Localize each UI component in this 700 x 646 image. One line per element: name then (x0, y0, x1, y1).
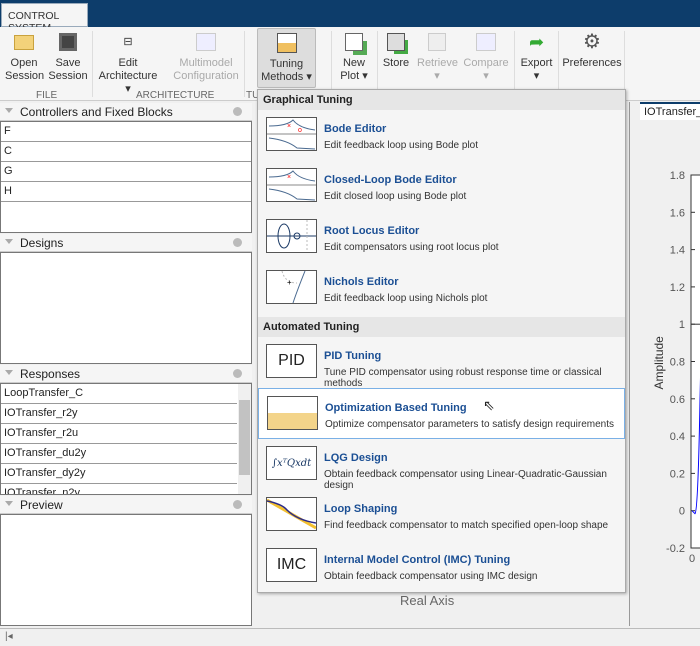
multimodel-configuration-button[interactable]: Multimodel Configuration (170, 31, 242, 83)
y-tick-label: -0.2 (666, 543, 685, 555)
loop-shaping-icon (266, 497, 317, 531)
step-plot: 1.8 1.6 1.4 1.2 1 0.8 0.6 0.4 0.2 0 -0.2 0 Amplitude (652, 170, 700, 565)
new-plot-button[interactable]: New Plot ▾ (336, 31, 372, 83)
retrieve-icon (425, 31, 449, 53)
export-button[interactable]: ➦ Export ▾ (518, 31, 555, 83)
title-bar (0, 0, 700, 27)
panel-menu-icon[interactable] (233, 107, 242, 116)
menu-item-root-locus-editor[interactable]: Root Locus Editor Edit compensators using… (258, 212, 625, 263)
svg-text:+: + (287, 278, 292, 287)
preview-panel-header[interactable]: Preview (0, 496, 252, 514)
panel-menu-icon[interactable] (233, 238, 242, 247)
menu-item-pid-tuning[interactable]: PID PID Tuning Tune PID compensator using … (258, 337, 625, 389)
section-file: FILE (36, 90, 58, 101)
svg-text:×: × (287, 123, 291, 130)
list-item[interactable]: IOTransfer_dy2y (1, 464, 237, 484)
preview-area (0, 514, 252, 626)
menu-item-closed-loop-bode-editor[interactable]: × Closed-Loop Bode Editor Edit closed loop… (258, 161, 625, 212)
graphical-tuning-header: Graphical Tuning (258, 90, 625, 110)
section-architecture: ARCHITECTURE (136, 90, 215, 101)
designs-panel-header[interactable]: Designs (0, 234, 252, 252)
folder-icon (12, 31, 36, 53)
controllers-panel-header[interactable]: Controllers and Fixed Blocks (0, 103, 252, 121)
open-session-button[interactable]: Open Session (5, 31, 44, 83)
svg-text:×: × (287, 174, 291, 181)
store-icon (384, 31, 408, 53)
list-item[interactable]: F (1, 122, 251, 142)
menu-item-imc-tuning[interactable]: IMC Internal Model Control (IMC) Tuning Ob… (258, 541, 625, 592)
closed-loop-bode-icon: × (266, 168, 317, 202)
status-bar: |◂ (0, 628, 700, 646)
menu-item-optimization-based-tuning[interactable]: Optimization Based Tuning Optimize compen… (258, 388, 625, 439)
svg-text:o: o (298, 127, 302, 134)
edit-architecture-button[interactable]: ⊟ Edit Architecture ▾ (96, 31, 160, 96)
y-tick-label: 0 (679, 506, 685, 518)
export-icon: ➦ (528, 31, 545, 52)
scrollbar[interactable] (238, 384, 251, 494)
center-xlabel: Real Axis (400, 593, 455, 608)
tuning-methods-icon (275, 32, 299, 54)
panel-menu-icon[interactable] (233, 369, 242, 378)
y-tick-label: 0.6 (670, 394, 685, 406)
x-tick-label: 0 (689, 553, 695, 565)
panel-menu-icon[interactable] (233, 500, 242, 509)
save-session-button[interactable]: Save Session (48, 31, 88, 83)
mouse-cursor-icon: ⇖ (483, 397, 495, 413)
y-tick-label: 1 (679, 319, 685, 331)
lqg-icon: ∫xᵀQxdt (266, 446, 317, 480)
y-tick-label: 0.2 (670, 468, 685, 480)
y-tick-label: 1.6 (670, 207, 685, 219)
tuning-methods-button[interactable]: Tuning Methods ▾ (257, 28, 316, 88)
bode-plot-icon: × o (266, 117, 317, 151)
preferences-button[interactable]: ⚙ Preferences (562, 31, 622, 70)
list-item[interactable]: C (1, 142, 251, 162)
list-item[interactable]: IOTransfer_r2u (1, 424, 237, 444)
automated-tuning-header: Automated Tuning (258, 317, 625, 337)
new-plot-icon (342, 31, 366, 53)
nichols-plot-icon: + (266, 270, 317, 304)
tab-control-system[interactable]: CONTROL SYSTEM (1, 3, 88, 34)
list-item[interactable]: IOTransfer_n2y (1, 484, 237, 494)
menu-item-lqg-design[interactable]: ∫xᵀQxdt LQG Design Obtain feedback compens… (258, 439, 625, 491)
y-tick-label: 1.2 (670, 282, 685, 294)
designs-list (0, 252, 252, 364)
collapse-icon[interactable] (5, 501, 13, 506)
responses-panel-header[interactable]: Responses (0, 365, 252, 383)
menu-item-bode-editor[interactable]: × o Bode Editor Edit feedback loop using Bo… (258, 110, 625, 161)
plot-icon (194, 31, 218, 53)
menu-item-loop-shaping[interactable]: Loop Shaping Find feedback compensator to… (258, 490, 625, 541)
compare-icon (474, 31, 498, 53)
pid-icon: PID (266, 344, 317, 378)
menu-item-nichols-editor[interactable]: + Nichols Editor Edit feedback loop using … (258, 263, 625, 314)
block-diagram-icon: ⊟ (123, 35, 133, 48)
y-tick-label: 1.4 (670, 245, 685, 257)
collapse-icon[interactable] (5, 108, 13, 113)
store-button[interactable]: Store (382, 31, 410, 70)
list-item[interactable]: LoopTransfer_C (1, 384, 237, 404)
collapse-icon[interactable] (5, 239, 13, 244)
list-item[interactable]: IOTransfer_du2y (1, 444, 237, 464)
imc-icon: IMC (266, 548, 317, 582)
optimization-icon (267, 396, 318, 430)
responses-list: LoopTransfer_C IOTransfer_r2y IOTransfer… (0, 383, 252, 495)
scrollbar-thumb[interactable] (239, 400, 250, 475)
y-axis-label: Amplitude (652, 336, 666, 390)
root-locus-icon (266, 219, 317, 253)
list-item[interactable]: H (1, 182, 251, 202)
list-item[interactable]: G (1, 162, 251, 182)
compare-button[interactable]: Compare ▾ (462, 31, 510, 83)
tuning-methods-menu: Graphical Tuning × o Bode Editor Edit feedb… (257, 89, 626, 593)
y-tick-label: 1.8 (670, 170, 685, 182)
collapse-icon[interactable] (5, 370, 13, 375)
list-item[interactable]: IOTransfer_r2y (1, 404, 237, 424)
plot-document: IOTransfer_ 1.8 1.6 1.4 1.2 1 0.8 0.6 0.4 0.2 0 -0… (629, 102, 700, 626)
controllers-list: F C G H (0, 121, 252, 233)
retrieve-button[interactable]: Retrieve ▾ (417, 31, 458, 83)
resize-handle-icon[interactable]: |◂ (5, 631, 13, 642)
y-tick-label: 0.8 (670, 357, 685, 369)
y-tick-label: 0.4 (670, 431, 685, 443)
save-icon (56, 31, 80, 53)
gear-icon: ⚙ (583, 30, 601, 53)
